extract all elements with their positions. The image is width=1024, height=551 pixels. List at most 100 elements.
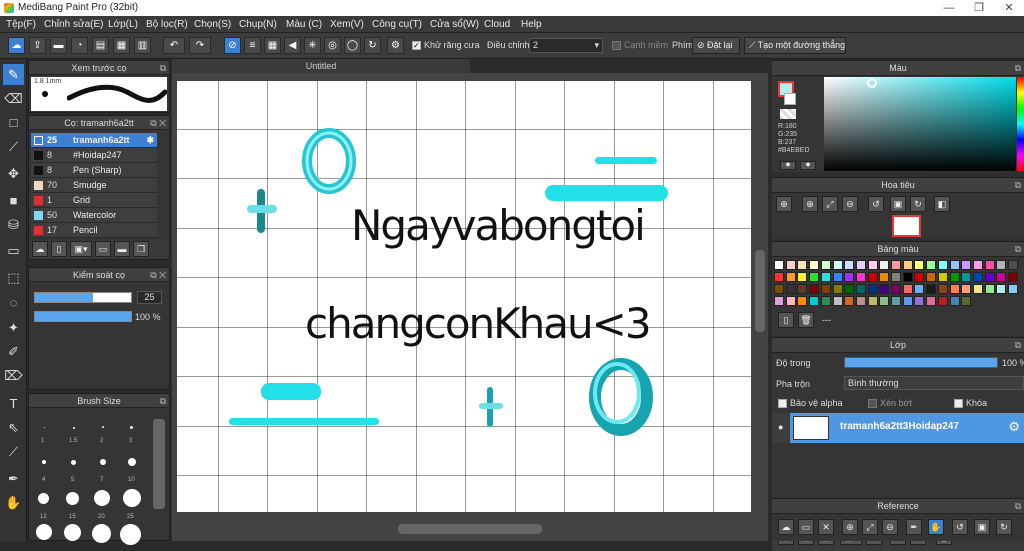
palette-swatch[interactable] [926,284,937,294]
move-tool-icon[interactable]: ✥ [3,163,24,184]
menu-view[interactable]: Xem(V) [330,19,364,30]
palette-swatch[interactable] [902,284,913,294]
palette-swatch[interactable] [914,296,925,306]
visibility-eye-icon[interactable]: ● [778,422,783,432]
size-dot[interactable] [66,492,79,505]
expand-icon[interactable]: ⧉ [160,61,166,75]
palette-swatch[interactable] [879,284,890,294]
layer-opacity-slider[interactable] [844,357,998,368]
select-pen-icon[interactable]: ✐ [3,341,24,362]
settings-gear-icon[interactable]: ⚙ [387,37,404,54]
palette-swatch[interactable] [984,260,995,270]
palette-swatch[interactable] [867,296,878,306]
palette-swatch[interactable] [914,272,925,282]
palette-swatch[interactable] [879,272,890,282]
palette-swatch[interactable] [891,284,901,294]
palette-swatch[interactable] [832,272,843,282]
layer-gear-icon[interactable]: ⚙ [1008,419,1020,435]
page-icon[interactable]: ▤ [92,37,109,54]
palette-swatch[interactable] [820,260,831,270]
palette-swatch[interactable] [949,296,960,306]
hand-tool-icon[interactable]: ✋ [3,492,24,513]
palette-swatch[interactable] [937,296,948,306]
expand-icon[interactable]: ⧉ [1015,178,1021,193]
lasso-tool-icon[interactable]: ◌ [3,292,24,313]
grid-page-icon[interactable]: ▦ [113,37,130,54]
concentric-snap-icon[interactable]: ◎ [324,37,341,54]
expand-icon[interactable]: ⧉ [1015,61,1021,76]
vertical-scrollbar[interactable] [755,250,765,332]
palette-swatch[interactable] [949,260,960,270]
blend-select[interactable]: Bình thường [844,376,1024,390]
brush-item[interactable]: 1 Grid [31,193,157,208]
palette-swatch[interactable] [972,272,983,282]
expand-icon[interactable]: ⧉ [160,394,166,408]
palette-swatch[interactable] [996,272,1007,282]
layer-row[interactable]: ● tramanh6a2tt3Hoidap247 ⚙ [772,413,1024,443]
palette-swatch[interactable] [1008,272,1018,282]
gear-icon[interactable]: ✱ [146,133,154,147]
restore-button[interactable]: ❐ [964,0,994,16]
adjust-select[interactable]: 2 ▾ [529,38,603,53]
palette-swatch[interactable] [972,260,983,270]
palette-swatch[interactable] [785,272,796,282]
palette-swatch[interactable] [937,260,948,270]
size-dot[interactable] [94,490,110,506]
cloud-icon[interactable]: ☁ [778,519,794,535]
zoom-in-icon[interactable]: ⊕ [776,196,792,212]
palette-swatch[interactable] [844,284,855,294]
palette-swatch[interactable] [855,272,866,282]
palette-swatch[interactable] [855,284,866,294]
minimize-button[interactable]: — [934,0,964,16]
flip-icon[interactable]: ◧ [934,196,950,212]
new-palette-icon[interactable]: ▯ [778,312,794,328]
palette-swatch[interactable] [774,296,784,306]
palette-swatch[interactable] [914,260,925,270]
palette-swatch[interactable] [774,260,784,270]
cloud-brush-icon[interactable]: ☁ [32,241,48,257]
brush-item[interactable]: 8 #Hoidap247 [31,148,157,163]
brush-option-icon[interactable]: ▭ [95,241,111,257]
menu-capture[interactable]: Chụp(N) [239,19,277,30]
fit-icon[interactable]: ⤢ [822,196,838,212]
palette-swatch[interactable] [832,260,843,270]
size-dot[interactable] [44,427,45,428]
palette-swatch[interactable] [855,296,866,306]
menu-select[interactable]: Chọn(S) [194,19,231,30]
palette-swatch[interactable] [984,284,995,294]
document-tab[interactable]: Untitled [172,59,470,73]
color-picker-handle[interactable] [867,78,877,88]
select-rect-icon[interactable]: ⬚ [3,267,24,288]
redo-icon[interactable]: ↷ [189,37,211,54]
open-image-icon[interactable]: ▭ [798,519,814,535]
antialias-checkbox[interactable]: ✓ Khử răng cưa [412,40,480,51]
size-dot[interactable] [36,524,52,540]
menu-filter[interactable]: Bộ lọc(R) [146,19,188,30]
color-mode-icon[interactable]: ◆ [780,161,796,170]
menu-layer[interactable]: Lớp(L) [108,19,138,30]
palette-swatch[interactable] [902,272,913,282]
size-dot[interactable] [92,524,111,543]
folder-icon[interactable]: ▬ [114,241,130,257]
zoom-out-icon[interactable]: ⊖ [882,519,898,535]
palette-swatch[interactable] [891,296,901,306]
eyedropper-icon[interactable]: ✒ [906,519,922,535]
share-icon[interactable]: ⇪ [29,37,46,54]
palette-swatch[interactable] [949,284,960,294]
brush-size-slider[interactable] [34,292,132,303]
palette-swatch[interactable] [809,272,820,282]
palette-swatch[interactable] [797,272,808,282]
menu-cloud[interactable]: Cloud [484,19,510,30]
palette-swatch[interactable] [785,260,796,270]
background-color[interactable] [784,93,796,105]
rotate-left-icon[interactable]: ↺ [868,196,884,212]
palette-swatch[interactable] [844,272,855,282]
bucket-tool-icon[interactable]: ⛁ [3,214,24,235]
palette-swatch[interactable] [926,296,937,306]
cloud-icon[interactable]: ☁ [8,37,25,54]
fit-icon[interactable]: ⤢ [862,519,878,535]
palette-swatch[interactable] [926,260,937,270]
palette-swatch[interactable] [785,296,796,306]
color-history-icon[interactable]: ◆ [800,161,816,170]
gradient-tool-icon[interactable]: ▭ [3,240,24,261]
